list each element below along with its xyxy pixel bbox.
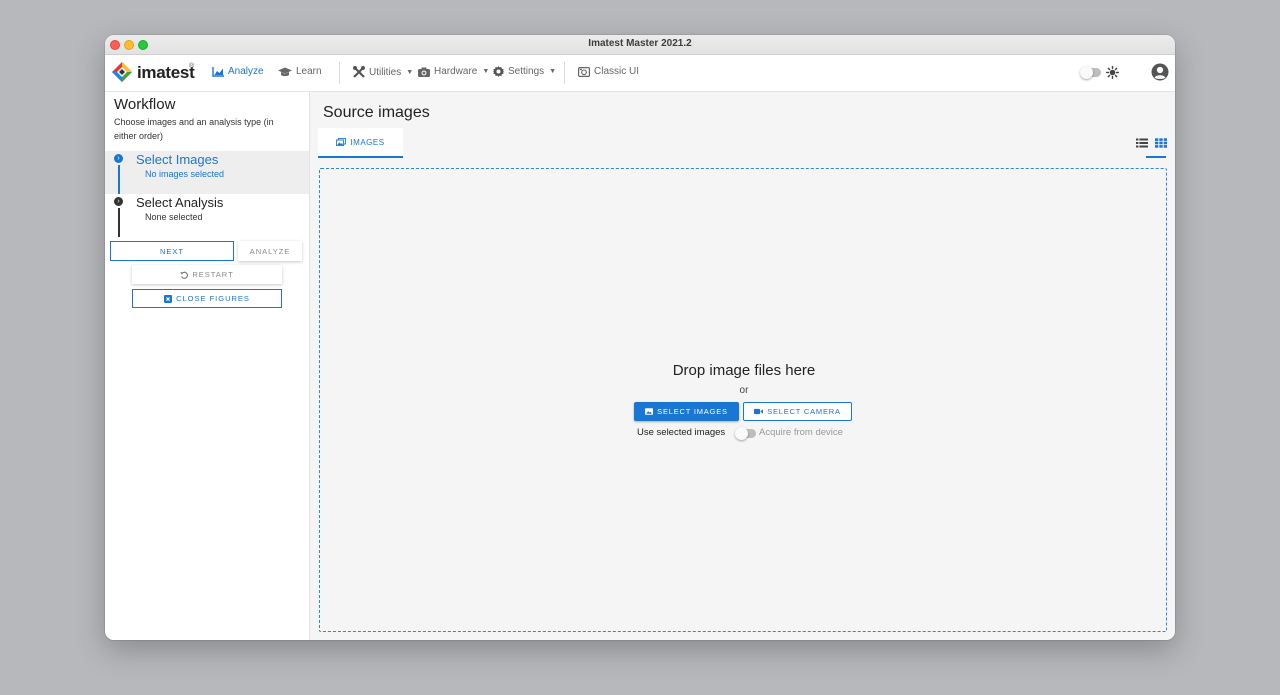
restart-label: RESTART [192, 270, 234, 279]
toolbar-divider [339, 62, 340, 84]
gear-icon [493, 66, 504, 77]
app-window: Imatest Master 2021.2 imatest ® Analyze [105, 35, 1175, 640]
step-select-analysis-title[interactable]: Select Analysis [136, 195, 223, 210]
window-title: Imatest Master 2021.2 [588, 38, 692, 49]
tab-images-label: IMAGES [350, 137, 385, 147]
select-images-label: SELECT IMAGES [657, 407, 728, 416]
nav-utilities-menu[interactable]: Utilities ▼ [353, 66, 413, 78]
nav-classic-ui[interactable]: Classic UI [578, 66, 639, 77]
undo-icon [180, 271, 189, 279]
caret-down-icon: ▼ [482, 68, 490, 75]
analyze-button[interactable]: ANALYZE [238, 241, 302, 261]
tab-images[interactable]: IMAGES [318, 128, 403, 158]
restart-button[interactable]: RESTART [132, 265, 282, 284]
grid-view-icon[interactable] [1155, 138, 1167, 148]
nav-analyze[interactable]: Analyze [212, 66, 264, 77]
nav-classic-ui-label: Classic UI [594, 66, 640, 77]
chart-icon [212, 66, 224, 77]
next-button[interactable]: NEXT [110, 241, 234, 261]
theme-toggle[interactable] [1080, 66, 1101, 79]
nav-hardware-label: Hardware [434, 66, 478, 77]
caret-down-icon: ▼ [549, 68, 557, 75]
main-panel: Source images IMAGES Drop image files he… [310, 92, 1175, 640]
view-toggle-indicator [1146, 156, 1166, 158]
image-drop-zone[interactable]: Drop image files here or SELECT IMAGES S… [319, 168, 1167, 632]
drop-zone-title: Drop image files here [672, 362, 816, 379]
close-figures-label: CLOSE FIGURES [176, 294, 250, 303]
use-selected-images-label: Use selected images [637, 427, 726, 438]
classic-camera-icon [578, 66, 590, 77]
acquire-from-device-label: Acquire from device [759, 427, 843, 438]
logo-registered-mark: ® [189, 63, 195, 70]
workflow-sidebar: Workflow Choose images and an analysis t… [105, 92, 310, 640]
camera-icon [418, 67, 430, 77]
step-connector [118, 208, 120, 237]
sun-icon[interactable] [1106, 66, 1119, 79]
nav-utilities-label: Utilities [369, 66, 402, 78]
step-select-images-status: No images selected [145, 169, 225, 179]
nav-analyze-label: Analyze [228, 66, 264, 77]
logo-text: imatest [137, 63, 195, 82]
workflow-subtitle: Choose images and an analysis type (in e… [114, 117, 274, 141]
step-indicator-icon: › [114, 154, 123, 163]
toolbar-divider [564, 62, 565, 84]
close-box-icon [164, 294, 173, 303]
step-select-images-title[interactable]: Select Images [136, 152, 218, 167]
title-bar: Imatest Master 2021.2 [105, 35, 1175, 55]
step-select-analysis-status: None selected [145, 212, 203, 222]
close-figures-button[interactable]: CLOSE FIGURES [132, 289, 282, 308]
drop-zone-or: or [739, 385, 749, 396]
page-title: Source images [323, 104, 430, 121]
select-camera-button[interactable]: SELECT CAMERA [743, 402, 852, 421]
select-camera-label: SELECT CAMERA [767, 407, 841, 416]
graduation-cap-icon [278, 67, 292, 76]
list-view-icon[interactable] [1136, 138, 1148, 148]
tools-icon [353, 66, 365, 78]
workflow-title: Workflow [114, 96, 176, 113]
image-icon [645, 408, 654, 415]
step-indicator-icon: › [114, 197, 123, 206]
select-images-button[interactable]: SELECT IMAGES [634, 402, 739, 421]
video-camera-icon [754, 408, 764, 415]
images-icon [336, 138, 347, 146]
nav-settings-menu[interactable]: Settings ▼ [493, 66, 556, 77]
imatest-logo-icon [112, 62, 132, 82]
nav-learn-label: Learn [296, 66, 322, 77]
nav-learn[interactable]: Learn [278, 66, 322, 77]
step-connector [118, 165, 120, 194]
acquire-source-toggle[interactable] [735, 427, 756, 440]
nav-hardware-menu[interactable]: Hardware ▼ [418, 66, 489, 77]
caret-down-icon: ▼ [406, 68, 414, 76]
app-toolbar: imatest ® Analyze Learn Utilities ▼ Hard… [105, 55, 1175, 92]
user-circle-icon[interactable] [1151, 63, 1169, 81]
nav-settings-label: Settings [508, 66, 545, 77]
